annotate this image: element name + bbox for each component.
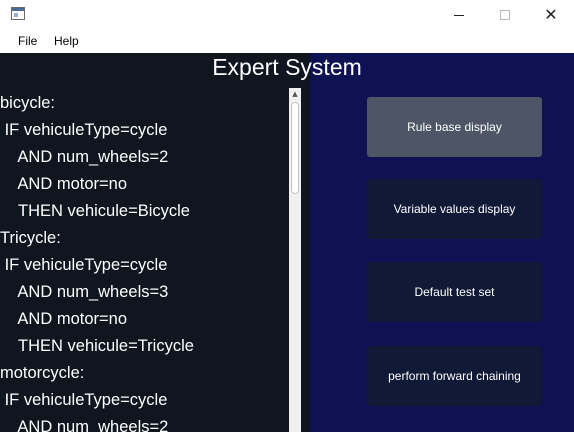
rules-text-area[interactable]: bicycle: IF vehiculeType=cycle AND num_w… [0, 88, 288, 432]
default-test-set-button[interactable]: Default test set [367, 262, 542, 322]
rule-line: bicycle: [0, 94, 56, 112]
rule-line: THEN vehicule=Bicycle [0, 202, 190, 220]
rule-line: IF vehiculeType=cycle [0, 256, 168, 274]
variable-values-display-button[interactable]: Variable values display [367, 179, 542, 239]
rule-line: AND motor=no [0, 310, 128, 328]
minimize-icon [454, 14, 464, 16]
main-content: Expert System bicycle: IF vehiculeType=c… [0, 53, 574, 432]
rule-line: IF vehiculeType=cycle [0, 121, 168, 139]
rules-scrollbar[interactable]: ▲ [289, 88, 301, 432]
close-button[interactable]: ✕ [528, 0, 574, 30]
forward-chaining-button[interactable]: perform forward chaining [367, 346, 542, 406]
title-bar: ✕ [0, 0, 574, 30]
menu-file[interactable]: File [18, 34, 37, 48]
scrollbar-thumb[interactable] [291, 102, 299, 194]
rule-base-display-button[interactable]: Rule base display [367, 97, 542, 157]
rule-line: AND num_wheels=2 [0, 418, 169, 432]
rule-line: AND num_wheels=3 [0, 283, 169, 301]
menu-help[interactable]: Help [54, 34, 79, 48]
rule-line: Tricycle: [0, 229, 61, 247]
app-icon [11, 7, 25, 20]
scroll-up-arrow-icon[interactable]: ▲ [289, 88, 301, 100]
app-title: Expert System [212, 54, 362, 80]
rule-line: THEN vehicule=Tricycle [0, 337, 194, 355]
close-icon: ✕ [544, 5, 558, 24]
maximize-button[interactable] [482, 0, 528, 30]
rule-line: IF vehiculeType=cycle [0, 391, 168, 409]
rule-line: motorcycle: [0, 364, 85, 382]
rule-line: AND motor=no [0, 175, 128, 193]
minimize-button[interactable] [436, 0, 482, 30]
rule-line: AND num_wheels=2 [0, 148, 169, 166]
menu-bar: File Help [0, 30, 574, 52]
maximize-icon [500, 10, 510, 20]
